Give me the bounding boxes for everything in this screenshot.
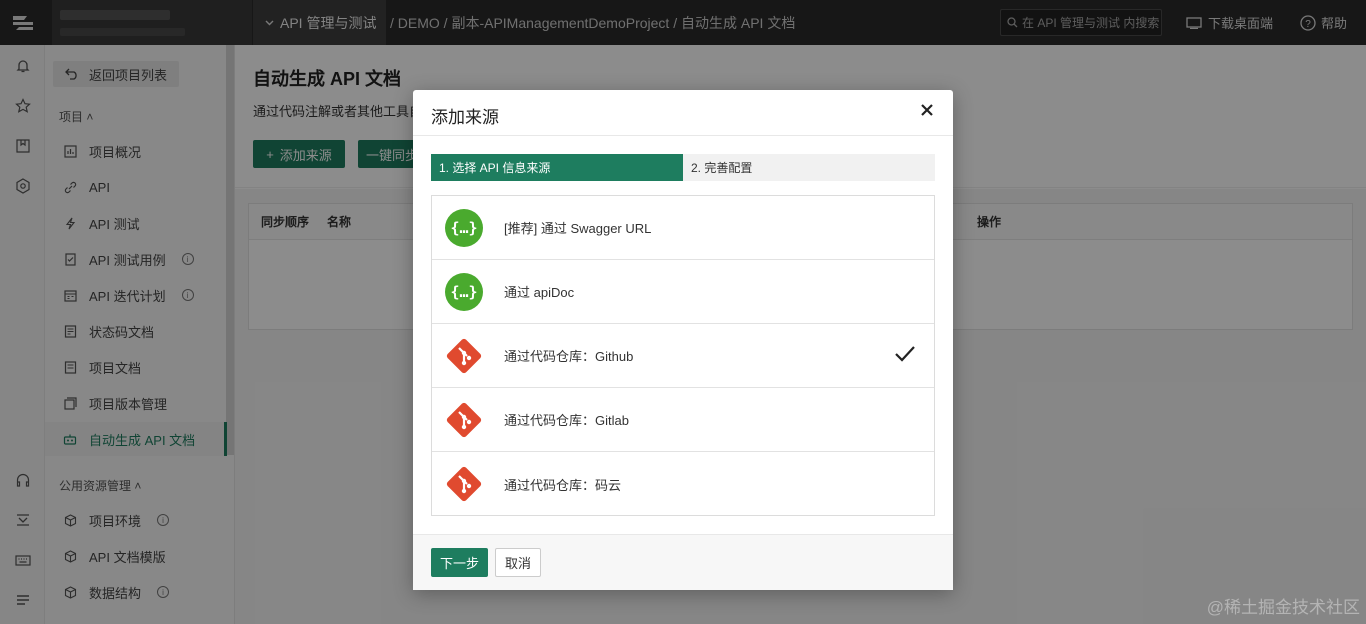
svg-text:{…}: {…}	[450, 219, 477, 237]
dialog-title: 添加来源	[431, 108, 499, 127]
watermark: @稀土掘金技术社区	[1206, 598, 1360, 617]
option-label: 通过代码仓库：码云	[504, 477, 622, 493]
git-icon	[446, 402, 482, 438]
source-options-list: {…} [推荐] 通过 Swagger URL {…} 通过 apiDoc 通过…	[431, 195, 935, 516]
wizard-steps: 1. 选择 API 信息来源 2. 完善配置	[431, 154, 935, 181]
git-icon	[446, 338, 482, 374]
git-icon	[446, 466, 482, 502]
cancel-button[interactable]: 取消	[495, 548, 541, 577]
next-button[interactable]: 下一步	[431, 548, 488, 577]
dialog-footer: 下一步 取消	[413, 534, 953, 590]
dialog-header: 添加来源	[413, 90, 953, 136]
option-label: 通过代码仓库：Github	[504, 349, 634, 364]
step-configure[interactable]: 2. 完善配置	[683, 154, 935, 181]
option-label: [推荐] 通过 Swagger URL	[504, 221, 652, 236]
svg-text:{…}: {…}	[450, 283, 477, 301]
option-swagger-url[interactable]: {…} [推荐] 通过 Swagger URL	[432, 196, 934, 260]
step-select-source[interactable]: 1. 选择 API 信息来源	[431, 154, 683, 181]
option-label: 通过 apiDoc	[504, 285, 575, 300]
option-gitlab[interactable]: 通过代码仓库：Gitlab	[432, 388, 934, 452]
option-github[interactable]: 通过代码仓库：Github	[432, 324, 934, 388]
close-icon[interactable]	[919, 102, 935, 118]
swagger-icon: {…}	[445, 209, 483, 247]
option-gitee[interactable]: 通过代码仓库：码云	[432, 452, 934, 516]
option-label: 通过代码仓库：Gitlab	[504, 413, 629, 428]
add-source-dialog: 添加来源 1. 选择 API 信息来源 2. 完善配置 {…} [推荐] 通过 …	[413, 90, 953, 590]
checkmark-icon	[895, 346, 915, 362]
option-apidoc[interactable]: {…} 通过 apiDoc	[432, 260, 934, 324]
swagger-icon: {…}	[445, 273, 483, 311]
